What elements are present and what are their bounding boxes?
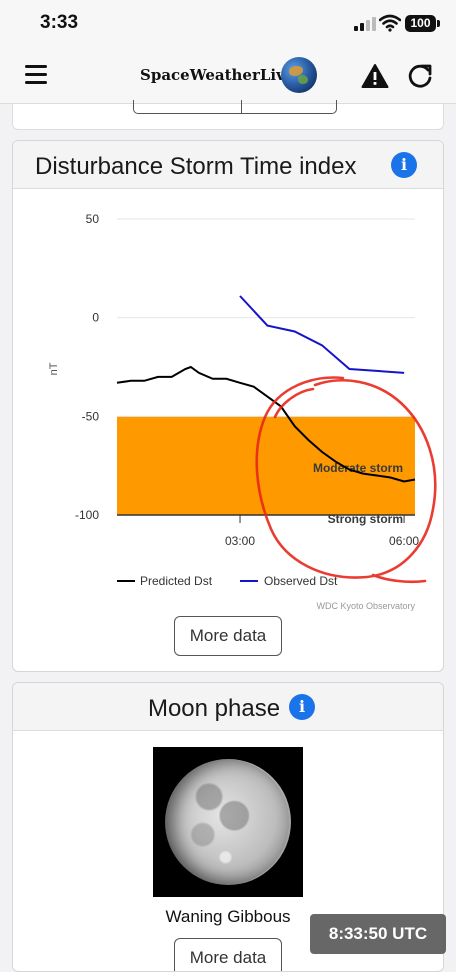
refresh-icon[interactable]	[406, 62, 434, 90]
y-tick-label: 50	[86, 212, 100, 226]
info-icon[interactable]: i	[289, 694, 315, 720]
dst-card: Disturbance Storm Time index i 50 0 -50 -10…	[12, 140, 444, 672]
menu-icon[interactable]	[25, 65, 47, 85]
dst-chart: 500-50-100 03:00 06:00 nT Moderate storm …	[48, 212, 437, 611]
y-axis-title: nT	[48, 362, 60, 375]
band-label-strong: Strong storm	[328, 512, 403, 526]
status-bar: 3:33 100	[0, 0, 456, 48]
signal-icon	[354, 17, 376, 31]
dst-card-header: Disturbance Storm Time index i	[13, 141, 443, 189]
dst-more-data-button[interactable]: More data	[174, 616, 282, 656]
y-tick-label: 0	[92, 311, 99, 325]
alert-icon[interactable]	[361, 63, 389, 89]
chart-credit: WDC Kyoto Observatory	[316, 601, 415, 611]
moon-more-data-button[interactable]: More data	[174, 938, 282, 971]
y-tick-label: -50	[82, 409, 100, 423]
observed-dst-line	[239, 295, 405, 374]
dst-card-title: Disturbance Storm Time index	[35, 153, 357, 180]
previous-card-bottom	[12, 100, 444, 130]
y-tick-label: -100	[75, 508, 99, 522]
battery-icon: 100	[405, 15, 440, 32]
legend-predicted-label: Predicted Dst	[140, 574, 213, 588]
moon-image	[153, 747, 303, 897]
moon-card-header: Moon phase i	[13, 683, 443, 731]
info-icon[interactable]: i	[391, 152, 417, 178]
navbar: SpaceWeatherLive	[0, 48, 456, 104]
status-time: 3:33	[40, 12, 79, 33]
previous-card-button-group[interactable]	[133, 100, 337, 114]
x-tick-label: 06:00	[389, 534, 419, 548]
legend-observed-label: Observed Dst	[264, 574, 338, 588]
site-logo-text[interactable]: SpaceWeatherLive	[140, 66, 294, 84]
wifi-icon	[379, 14, 401, 32]
moon-card-title: Moon phase	[147, 695, 281, 722]
x-tick-label: 03:00	[225, 534, 255, 548]
utc-clock: 8:33:50 UTC	[310, 914, 446, 954]
globe-logo-icon[interactable]	[281, 57, 317, 93]
